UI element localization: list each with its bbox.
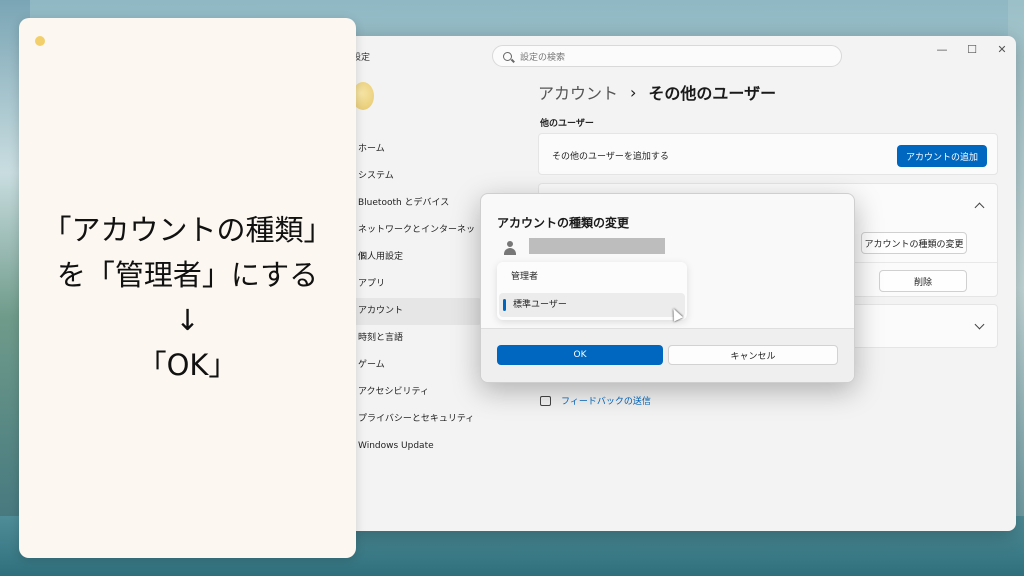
close-icon[interactable]: ✕ — [996, 44, 1008, 56]
sidebar-item-home[interactable]: ホーム — [352, 136, 482, 163]
ok-button[interactable]: OK — [497, 345, 663, 365]
chevron-down-icon[interactable] — [974, 319, 985, 330]
note-dot-icon — [35, 36, 45, 46]
instruction-line-1: 「アカウントの種類」 — [42, 213, 333, 247]
search-icon — [503, 51, 512, 61]
account-type-dropdown[interactable]: 管理者 標準ユーザー — [497, 262, 687, 320]
feedback-label[interactable]: フィードバックの送信 — [561, 394, 651, 407]
dialog-title: アカウントの種類の変更 — [497, 216, 630, 230]
sidebar-item-network[interactable]: ネットワークとインターネット — [352, 217, 482, 262]
minimize-icon[interactable]: — — [936, 44, 948, 56]
instruction-note: 「アカウントの種類」 を「管理者」にする ↓ 「OK」 — [19, 18, 356, 558]
person-icon — [503, 241, 517, 255]
sidebar-item-apps[interactable]: アプリ — [352, 271, 482, 298]
down-arrow-icon: ↓ — [175, 302, 200, 337]
sidebar-item-bluetooth[interactable]: Bluetooth とデバイス — [352, 190, 482, 217]
search-placeholder: 設定の検索 — [520, 52, 566, 63]
breadcrumb-parent[interactable]: アカウント — [538, 80, 618, 104]
add-account-button[interactable]: アカウントの追加 — [897, 145, 987, 167]
option-standard-user[interactable]: 標準ユーザー — [499, 293, 685, 317]
change-account-type-button[interactable]: アカウントの種類の変更 — [861, 232, 967, 254]
chevron-up-icon[interactable] — [974, 202, 985, 213]
change-account-type-dialog: アカウントの種類の変更 管理者 標準ユーザー OK キャンセル — [480, 193, 855, 383]
instruction-line-4: 「OK」 — [137, 347, 238, 382]
maximize-icon[interactable]: ☐ — [966, 44, 978, 56]
window-controls: — ☐ ✕ — [936, 44, 1008, 56]
sidebar-item-time-language[interactable]: 時刻と言語 — [352, 325, 482, 352]
add-user-label: その他のユーザーを追加する — [552, 152, 669, 162]
sidebar-item-gaming[interactable]: ゲーム — [352, 352, 482, 379]
username-redacted — [529, 238, 665, 254]
page-title: その他のユーザー — [648, 84, 777, 103]
dialog-footer: OK キャンセル — [481, 328, 854, 382]
instruction-line-2: を「管理者」にする — [56, 257, 319, 292]
section-label: 他のユーザー — [540, 119, 594, 129]
delete-button[interactable]: 削除 — [879, 270, 967, 292]
option-administrator[interactable]: 管理者 — [497, 265, 687, 289]
sidebar-item-windows-update[interactable]: Windows Update — [352, 433, 482, 460]
search-input[interactable]: 設定の検索 — [492, 45, 842, 67]
sidebar-item-accessibility[interactable]: アクセシビリティ — [352, 379, 482, 406]
add-user-card: その他のユーザーを追加する アカウントの追加 — [538, 133, 998, 175]
cancel-button[interactable]: キャンセル — [668, 345, 838, 365]
sidebar-nav: ホーム システム Bluetooth とデバイス ネットワークとインターネット … — [352, 136, 482, 460]
sidebar-item-system[interactable]: システム — [352, 163, 482, 190]
breadcrumb: アカウント › その他のユーザー — [538, 80, 776, 104]
feedback-link[interactable]: フィードバックの送信 — [540, 394, 651, 407]
instruction-text: 「アカウントの種類」 を「管理者」にする ↓ 「OK」 — [19, 208, 356, 388]
feedback-icon — [540, 395, 551, 406]
sidebar-item-personalization[interactable]: 個人用設定 — [352, 244, 482, 271]
sidebar-item-privacy[interactable]: プライバシーとセキュリティ — [352, 406, 482, 433]
sidebar-item-accounts[interactable]: アカウント — [352, 298, 482, 325]
breadcrumb-separator: › — [630, 82, 637, 102]
